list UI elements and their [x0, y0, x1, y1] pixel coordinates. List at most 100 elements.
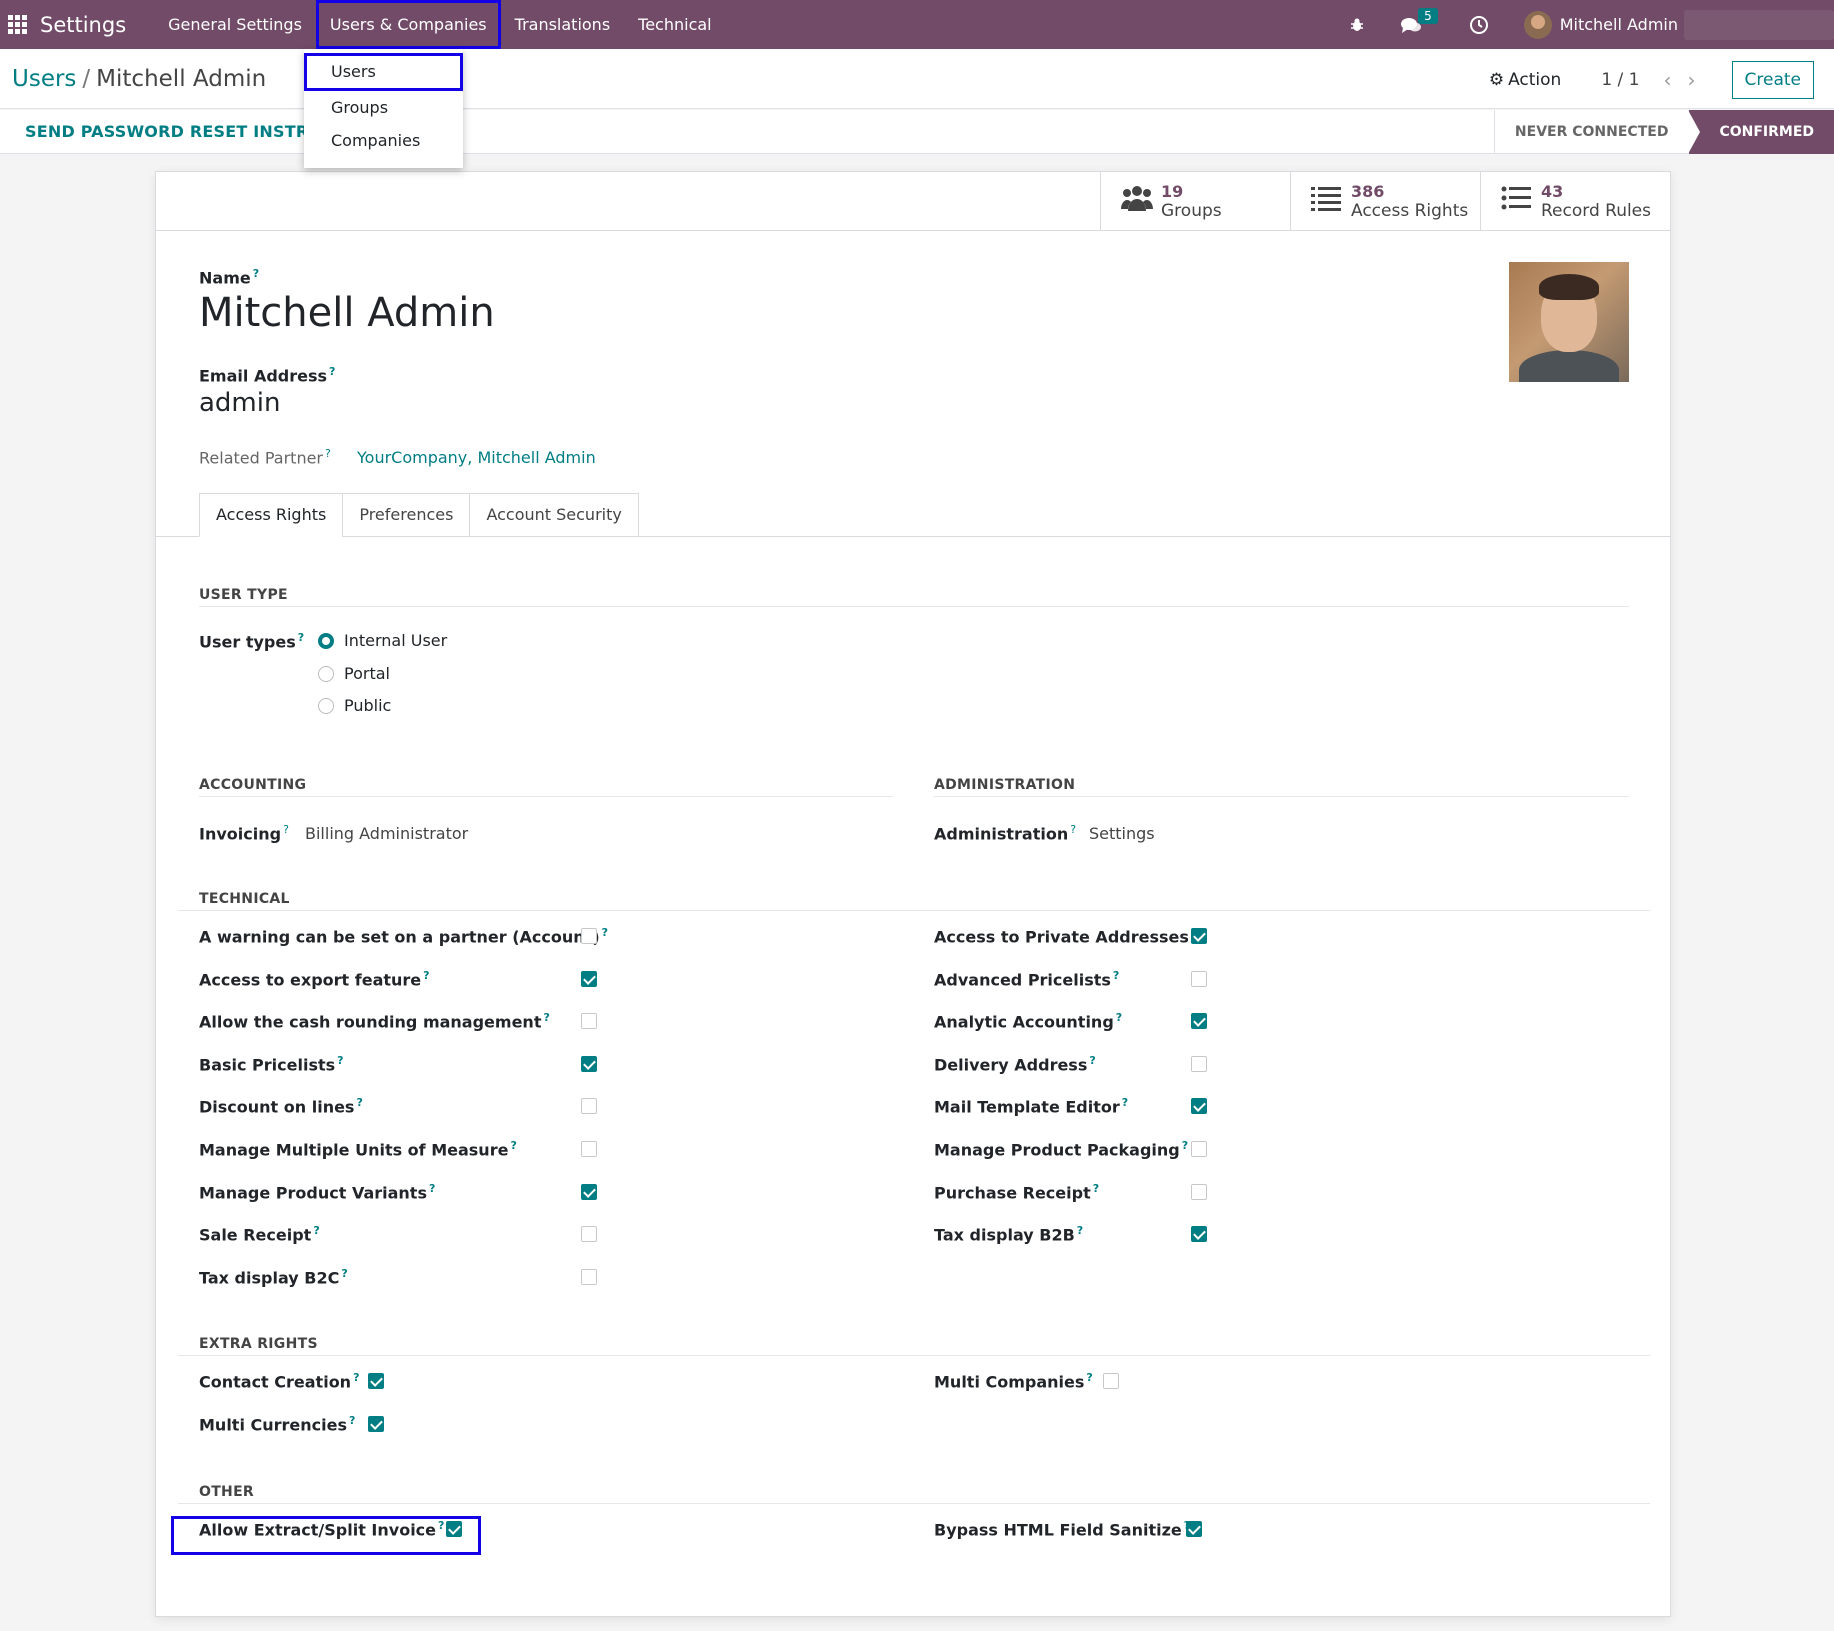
checkbox-purchase-receipt[interactable]: [1191, 1183, 1207, 1200]
apps-menu-icon[interactable]: [6, 14, 28, 36]
email-field[interactable]: admin: [199, 388, 280, 418]
help-tooltip-icon[interactable]: ?: [253, 267, 259, 280]
invoicing-select[interactable]: Billing Administrator: [305, 824, 468, 843]
radio-internal-user[interactable]: Internal User: [318, 631, 447, 650]
field-discount-on-lines: Discount on lines?: [199, 1096, 363, 1116]
section-extra-rights: EXTRA RIGHTS: [199, 1336, 318, 1352]
checkbox-manage-multiple-units-of-measure[interactable]: [581, 1141, 597, 1157]
help-tooltip-icon[interactable]: ?: [1116, 1011, 1122, 1024]
checkbox-allow-the-cash-rounding-management[interactable]: [581, 1013, 597, 1030]
dropdown-item-users[interactable]: Users: [304, 53, 463, 91]
radio-portal[interactable]: Portal: [318, 664, 390, 683]
control-panel: Users / Mitchell Admin ⚙ Action 1 / 1 ‹ › …: [0, 49, 1834, 109]
name-field[interactable]: Mitchell Admin: [199, 290, 495, 336]
user-photo[interactable]: [1509, 262, 1629, 382]
help-tooltip-icon[interactable]: ?: [1089, 1054, 1095, 1067]
send-password-reset-button[interactable]: SEND PASSWORD RESET INSTRUCT: [25, 122, 345, 141]
help-tooltip-icon[interactable]: ?: [353, 1371, 359, 1384]
help-tooltip-icon[interactable]: ?: [543, 1011, 549, 1024]
help-tooltip-icon[interactable]: ?: [1070, 823, 1076, 836]
checkbox-access-to-export-feature[interactable]: [581, 970, 597, 987]
help-tooltip-icon[interactable]: ?: [283, 823, 289, 836]
related-partner-link[interactable]: YourCompany, Mitchell Admin: [357, 448, 596, 467]
help-tooltip-icon[interactable]: ?: [356, 1096, 362, 1109]
groups-smart-button[interactable]: 19 Groups: [1100, 172, 1290, 231]
app-name[interactable]: Settings: [40, 13, 126, 37]
help-tooltip-icon[interactable]: ?: [313, 1224, 319, 1237]
help-tooltip-icon[interactable]: ?: [337, 1054, 343, 1067]
status-stages: NEVER CONNECTED CONFIRMED: [1493, 110, 1834, 154]
status-bar: SEND PASSWORD RESET INSTRUCT NEVER CONNE…: [0, 110, 1834, 154]
help-tooltip-icon[interactable]: ?: [325, 447, 331, 460]
message-count-badge: 5: [1418, 7, 1438, 24]
checkbox-bypass-html-field-sanitize[interactable]: [1186, 1521, 1202, 1537]
pager-next-icon[interactable]: ›: [1688, 68, 1696, 92]
checkbox-advanced-pricelists[interactable]: [1191, 970, 1207, 987]
create-button[interactable]: Create: [1731, 61, 1814, 99]
help-tooltip-icon[interactable]: ?: [1086, 1371, 1092, 1384]
gear-icon: ⚙: [1488, 70, 1505, 90]
user-menu-name[interactable]: Mitchell Admin: [1560, 15, 1678, 34]
checkbox-manage-product-packaging[interactable]: [1191, 1141, 1207, 1157]
checkbox-analytic-accounting[interactable]: [1191, 1013, 1207, 1030]
stage-never-connected[interactable]: NEVER CONNECTED: [1493, 110, 1689, 154]
debug-bug-icon[interactable]: [1346, 14, 1368, 36]
help-tooltip-icon[interactable]: ?: [602, 926, 608, 939]
help-tooltip-icon[interactable]: ?: [329, 365, 335, 378]
tab-account-security[interactable]: Account Security: [469, 493, 639, 537]
field-label: Basic Pricelists: [199, 1055, 336, 1075]
help-tooltip-icon[interactable]: ?: [341, 1267, 347, 1280]
checkbox-multi-companies[interactable]: [1103, 1373, 1119, 1389]
access-rights-smart-button[interactable]: 386 Access Rights: [1290, 172, 1480, 231]
checkbox-tax-display-b2c[interactable]: [581, 1268, 597, 1285]
checkbox-multi-currencies[interactable]: [368, 1415, 384, 1432]
checkbox-access-to-private-addresses[interactable]: [1191, 928, 1207, 944]
pager-previous-icon[interactable]: ‹: [1664, 68, 1672, 92]
user-avatar[interactable]: [1523, 10, 1552, 39]
pager-value[interactable]: 1 / 1: [1601, 70, 1639, 90]
checkbox-basic-pricelists[interactable]: [581, 1055, 597, 1072]
checkbox-sale-receipt[interactable]: [581, 1226, 597, 1243]
messages-chat-icon[interactable]: 5: [1400, 7, 1438, 36]
help-tooltip-icon[interactable]: ?: [429, 1182, 435, 1195]
radio-unselected-icon: [318, 665, 334, 682]
help-tooltip-icon[interactable]: ?: [1113, 969, 1119, 982]
stage-confirmed[interactable]: CONFIRMED: [1688, 110, 1834, 154]
checkbox-contact-creation[interactable]: [368, 1373, 384, 1389]
menu-technical[interactable]: Technical: [624, 0, 725, 49]
section-user-type: USER TYPE: [199, 587, 288, 603]
help-tooltip-icon[interactable]: ?: [1122, 1096, 1128, 1109]
control-panel-actions: ⚙ Action 1 / 1 ‹ › Create: [1489, 61, 1814, 99]
dropdown-item-companies[interactable]: Companies: [304, 124, 463, 157]
field-label: Analytic Accounting: [934, 1012, 1114, 1032]
checkbox-delivery-address[interactable]: [1191, 1055, 1207, 1072]
field-access-to-private-addresses: Access to Private Addresses?: [934, 926, 1197, 946]
record-rules-smart-button[interactable]: 43 Record Rules: [1480, 172, 1670, 231]
help-tooltip-icon[interactable]: ?: [298, 631, 304, 644]
help-tooltip-icon[interactable]: ?: [510, 1139, 516, 1152]
checkbox-discount-on-lines[interactable]: [581, 1098, 597, 1115]
help-tooltip-icon[interactable]: ?: [349, 1414, 355, 1427]
help-tooltip-icon[interactable]: ?: [1182, 1139, 1188, 1152]
field-mail-template-editor: Mail Template Editor?: [934, 1096, 1128, 1116]
breadcrumb-users-link[interactable]: Users: [12, 66, 76, 92]
checkbox-mail-template-editor[interactable]: [1191, 1098, 1207, 1115]
menu-general-settings[interactable]: General Settings: [154, 0, 316, 49]
checkbox-tax-display-b2b[interactable]: [1191, 1226, 1207, 1243]
tab-access-rights[interactable]: Access Rights: [199, 493, 344, 537]
activity-clock-icon[interactable]: [1468, 14, 1490, 36]
field-label: Bypass HTML Field Sanitize: [934, 1520, 1182, 1540]
help-tooltip-icon[interactable]: ?: [423, 969, 429, 982]
menu-translations[interactable]: Translations: [501, 0, 625, 49]
checkbox-manage-product-variants[interactable]: [581, 1183, 597, 1200]
action-menu-button[interactable]: ⚙ Action: [1489, 70, 1562, 90]
help-tooltip-icon[interactable]: ?: [1093, 1182, 1099, 1195]
field-manage-product-packaging: Manage Product Packaging?: [934, 1139, 1188, 1159]
menu-users-companies[interactable]: Users & Companies: [315, 0, 501, 49]
checkbox-a-warning-can-be-set-on-a-partner-account[interactable]: [581, 928, 597, 944]
dropdown-item-groups[interactable]: Groups: [304, 91, 463, 124]
administration-select[interactable]: Settings: [1089, 824, 1155, 843]
tab-preferences[interactable]: Preferences: [342, 493, 471, 537]
help-tooltip-icon[interactable]: ?: [1077, 1224, 1083, 1237]
radio-public[interactable]: Public: [318, 696, 391, 715]
